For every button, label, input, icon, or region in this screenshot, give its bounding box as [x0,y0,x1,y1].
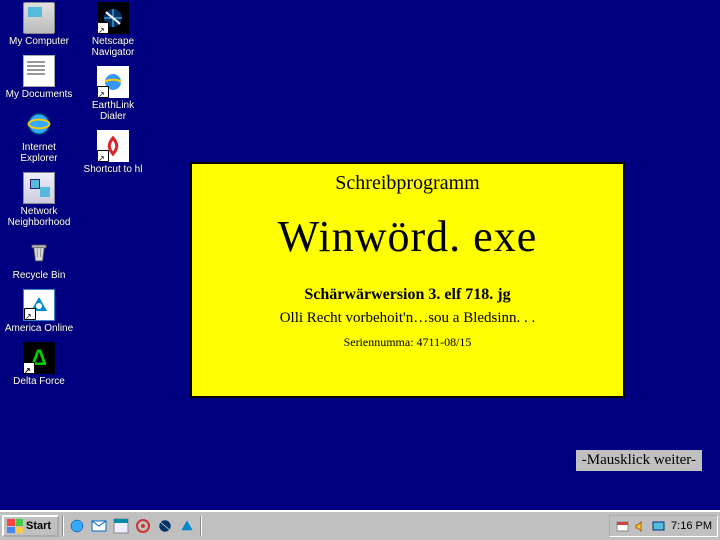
icon-shortcut-to-hl[interactable]: Shortcut to hl [78,130,148,175]
ql-aol-icon[interactable] [177,516,197,536]
icon-america-online[interactable]: America Online [4,289,74,334]
taskbar-separator [62,516,64,536]
splash-version: Schärwärwersion 3. elf 718. jg [304,286,510,304]
tray-volume-icon[interactable] [633,519,647,533]
start-label: Start [26,520,51,532]
icon-label: My Documents [6,89,73,100]
ql-outlook-icon[interactable] [89,516,109,536]
aol-icon [23,289,55,321]
network-icon [23,172,55,204]
ql-channels-icon[interactable] [133,516,153,536]
splash-title: Schreibprogramm [335,172,479,195]
icon-label: America Online [5,323,73,334]
icon-netscape-navigator[interactable]: Netscape Navigator [78,2,148,58]
icon-label: EarthLink Dialer [78,100,148,122]
icon-label: My Computer [9,36,69,47]
delta-force-icon: Δ [23,342,55,374]
ie-icon [23,108,55,140]
splash-app-name: Winwörd. exe [278,211,537,262]
system-tray: 7:16 PM [609,515,718,537]
tray-display-icon[interactable] [651,519,665,533]
icon-label: Delta Force [13,376,65,387]
icon-earthlink-dialer[interactable]: EarthLink Dialer [78,66,148,122]
taskbar-clock[interactable]: 7:16 PM [669,520,712,532]
splash-serial: Seriennumma: 4711-08/15 [344,335,472,350]
icon-label: Network Neighborhood [4,206,74,228]
quick-launch [67,516,197,536]
icon-label: Recycle Bin [13,270,66,281]
icon-my-documents[interactable]: My Documents [4,55,74,100]
icon-my-computer[interactable]: My Computer [4,2,74,47]
ql-netscape-icon[interactable] [155,516,175,536]
icon-recycle-bin[interactable]: Recycle Bin [4,236,74,281]
icon-delta-force[interactable]: Δ Delta Force [4,342,74,387]
desktop: My Computer My Documents Internet Explor… [0,0,720,510]
icon-label: Internet Explorer [4,142,74,164]
splash-window[interactable]: Schreibprogramm Winwörd. exe Schärwärwer… [190,162,625,398]
taskbar: Start 7:16 PM [0,510,720,540]
splash-copyright: Olli Recht vorbehoit'n…sou a Bledsinn. .… [280,310,536,327]
icon-label: Netscape Navigator [78,36,148,58]
icon-label: Shortcut to hl [84,164,143,175]
windows-logo-icon [7,519,23,533]
tray-scheduler-icon[interactable] [615,519,629,533]
ql-ie-icon[interactable] [67,516,87,536]
documents-icon [23,55,55,87]
netscape-icon [97,2,129,34]
taskbar-separator [200,516,202,536]
icon-internet-explorer[interactable]: Internet Explorer [4,108,74,164]
start-button[interactable]: Start [2,515,59,537]
recycle-bin-icon [23,236,55,268]
continue-hint[interactable]: -Mausklick weiter- [576,450,702,471]
acrobat-icon [97,130,129,162]
computer-icon [23,2,55,34]
earthlink-icon [97,66,129,98]
icon-network-neighborhood[interactable]: Network Neighborhood [4,172,74,228]
ql-desktop-icon[interactable] [111,516,131,536]
